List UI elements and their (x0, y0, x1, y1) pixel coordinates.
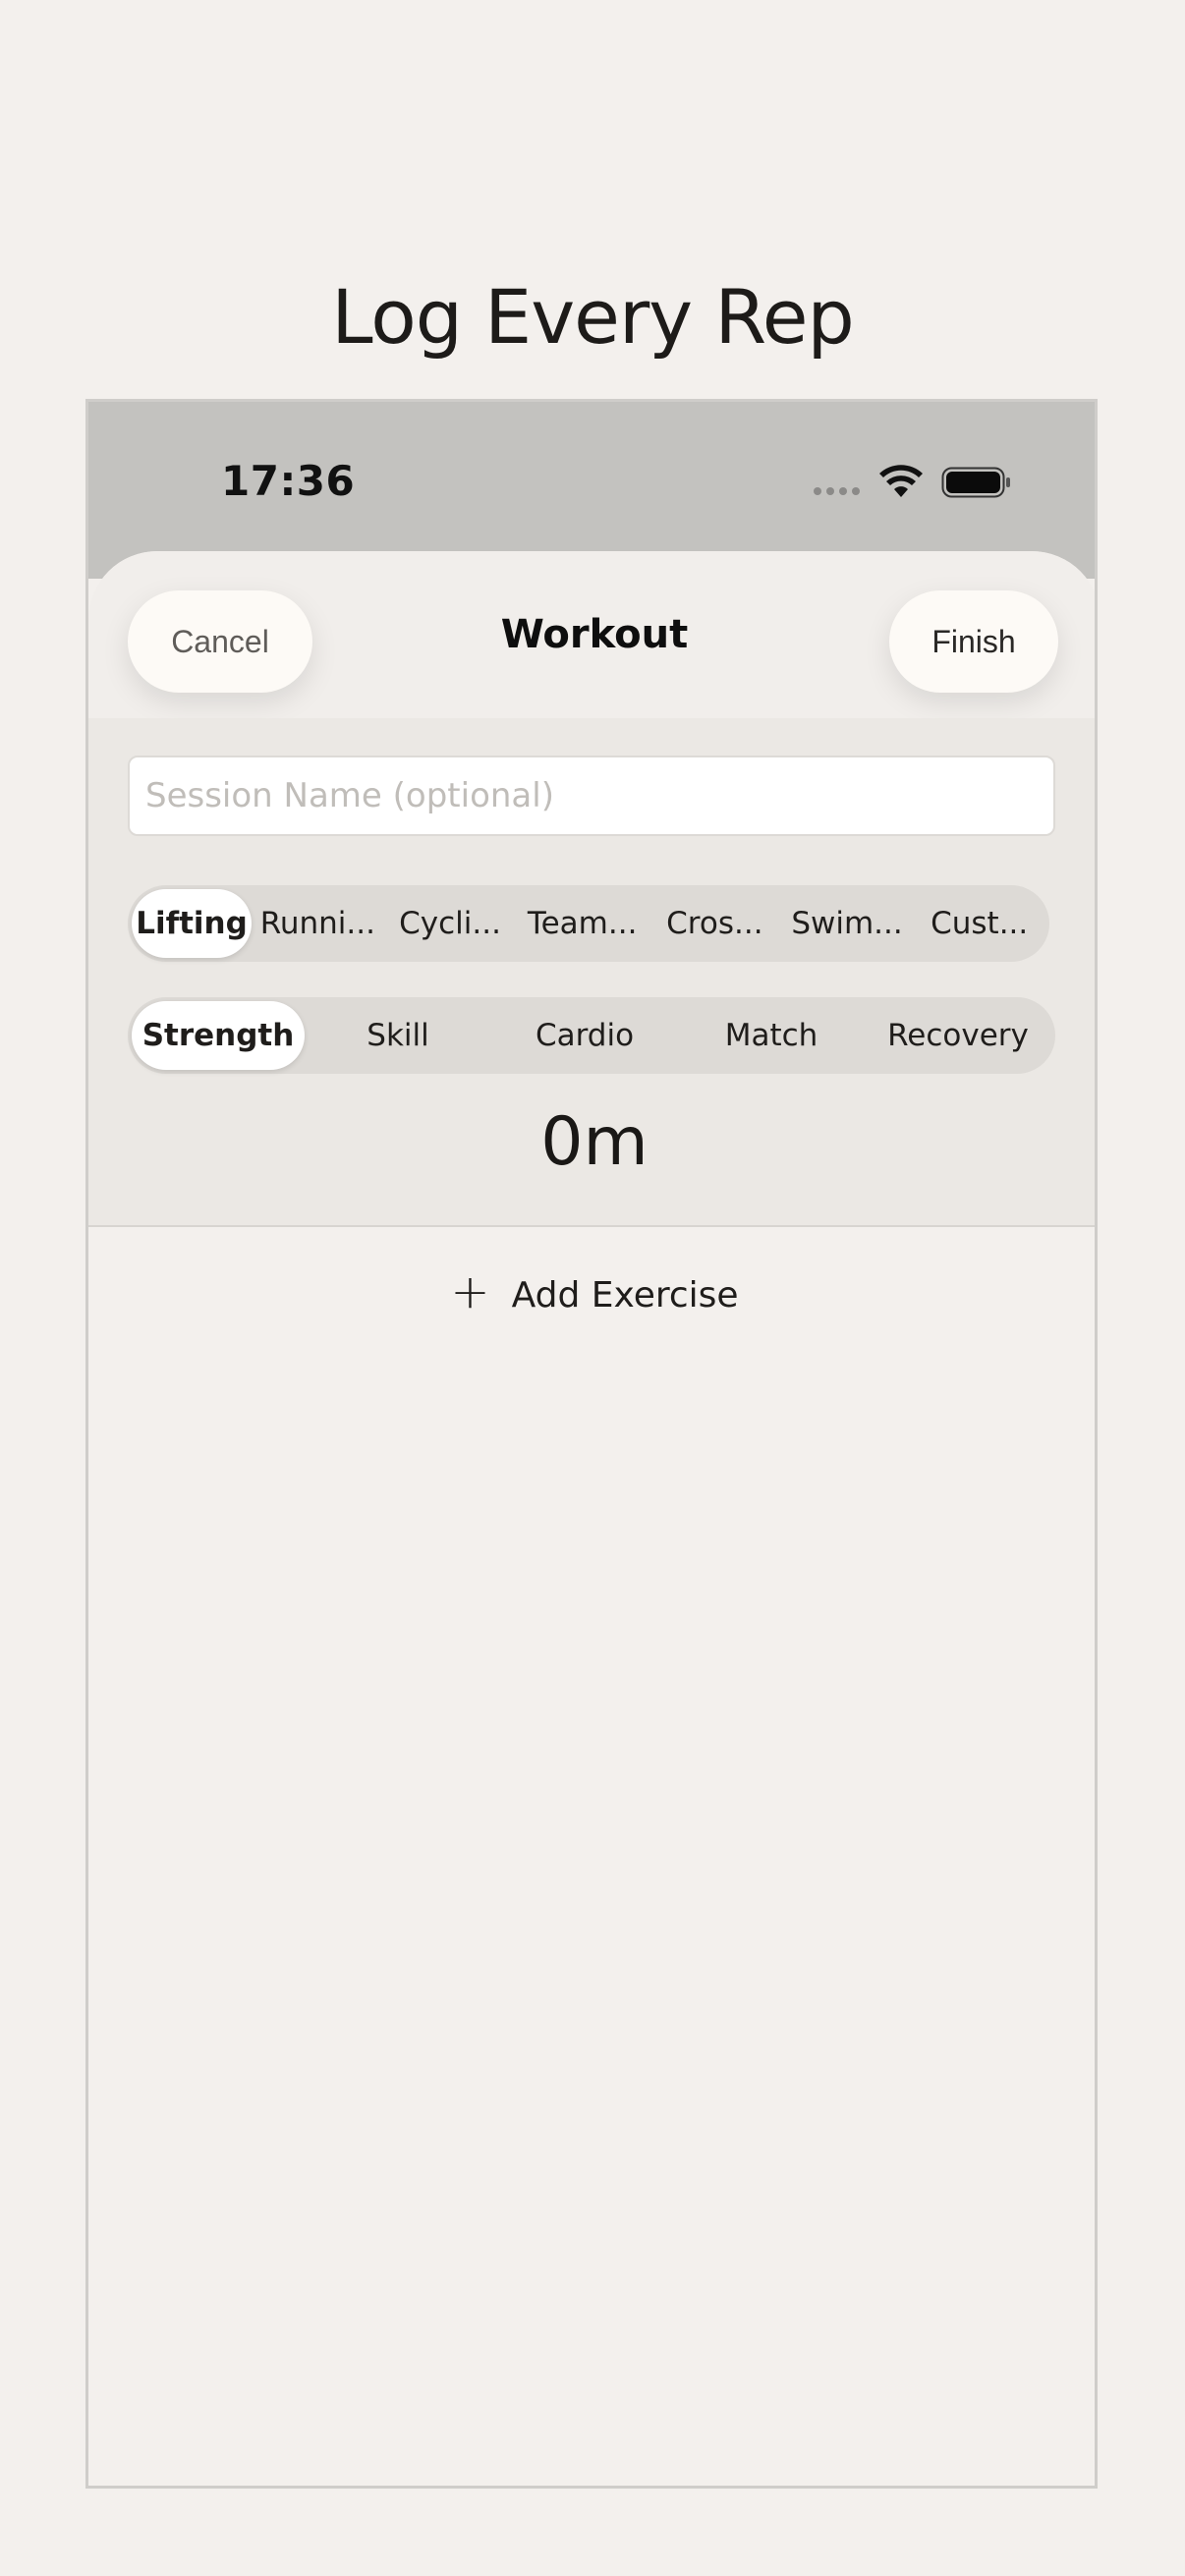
status-time: 17:36 (221, 457, 356, 505)
focus-type-match[interactable]: Match (678, 1001, 865, 1070)
add-exercise-button[interactable]: + Add Exercise (88, 1260, 1095, 1329)
workout-duration: 0m (540, 1103, 649, 1181)
workout-sheet: Cancel Workout Finish Lifting Runni... C… (88, 551, 1095, 2486)
finish-button[interactable]: Finish (889, 590, 1058, 693)
activity-type-team[interactable]: Team... (516, 889, 649, 958)
activity-type-running[interactable]: Runni... (252, 889, 384, 958)
activity-type-lifting[interactable]: Lifting (132, 889, 252, 958)
add-exercise-label: Add Exercise (511, 1274, 739, 1316)
activity-type-segmented-control: Lifting Runni... Cycli... Team... Cros..… (128, 885, 1049, 962)
activity-type-custom[interactable]: Cust... (913, 889, 1045, 958)
activity-type-cycling[interactable]: Cycli... (384, 889, 517, 958)
session-name-input[interactable] (128, 756, 1055, 836)
focus-type-cardio[interactable]: Cardio (491, 1001, 678, 1070)
workout-settings-panel: Lifting Runni... Cycli... Team... Cros..… (88, 718, 1095, 1227)
focus-type-recovery[interactable]: Recovery (865, 1001, 1051, 1070)
focus-type-strength[interactable]: Strength (132, 1001, 305, 1070)
page-headline: Log Every Rep (331, 273, 854, 361)
plus-icon: + (450, 1264, 490, 1319)
activity-type-swimming[interactable]: Swim... (781, 889, 914, 958)
focus-type-skill[interactable]: Skill (305, 1001, 491, 1070)
nav-bar: Cancel Workout Finish (88, 551, 1095, 718)
battery-icon (941, 467, 1010, 498)
phone-frame: 17:36 Cancel Workout Finish Lifting Runn… (85, 399, 1098, 2489)
focus-type-segmented-control: Strength Skill Cardio Match Recovery (128, 997, 1055, 1074)
cellular-signal-icon (814, 487, 860, 495)
activity-type-cross[interactable]: Cros... (649, 889, 781, 958)
wifi-icon (879, 465, 923, 497)
